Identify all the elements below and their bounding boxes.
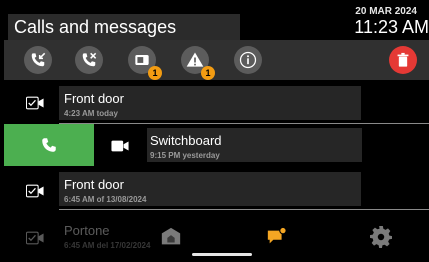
video-message-icon [135, 55, 149, 65]
alert-filter-button[interactable]: 1 [181, 46, 215, 80]
call-row-switchboard[interactable]: Switchboard 9:15 PM yesterday [4, 124, 429, 166]
page-title: Calls and messages [14, 17, 177, 37]
alert-icon [186, 52, 204, 67]
caller-name: Front door [64, 177, 124, 192]
missed-call-filter-button[interactable] [75, 46, 103, 74]
time-display: 11:23 AM [354, 17, 429, 37]
call-row-front-door[interactable]: Front door 4:23 AM today [4, 82, 429, 124]
alert-badge: 1 [201, 66, 215, 80]
trash-icon [397, 52, 409, 67]
settings-icon[interactable] [370, 226, 392, 248]
video-camera-icon [111, 140, 129, 152]
call-time: 9:15 PM yesterday [150, 151, 220, 160]
video-call-icon [26, 184, 44, 198]
call-time: 4:23 AM today [64, 109, 118, 118]
calls-screen: Calls and messages 20 MAR 2024 11:23 AM … [4, 0, 429, 262]
call-row-front-door[interactable]: Front door 6:45 AM of 13/08/2024 [4, 168, 429, 210]
caller-name: Front door [64, 91, 124, 106]
video-call-icon [26, 96, 44, 110]
video-message-filter-button[interactable]: 1 [128, 46, 162, 80]
info-button[interactable] [234, 46, 262, 74]
row-divider [59, 209, 429, 210]
incoming-call-icon [31, 52, 46, 67]
missed-call-icon [82, 52, 97, 67]
caller-name: Switchboard [150, 133, 222, 148]
delete-button[interactable] [389, 46, 417, 74]
info-icon [239, 51, 257, 69]
video-message-badge: 1 [148, 66, 162, 80]
messages-icon[interactable] [266, 226, 288, 248]
call-back-button[interactable] [4, 124, 94, 166]
filter-toolbar: 1 1 [4, 40, 429, 80]
header: Calls and messages 20 MAR 2024 11:23 AM [4, 0, 429, 40]
incoming-call-filter-button[interactable] [24, 46, 52, 74]
home-indicator[interactable] [192, 253, 252, 256]
home-icon[interactable] [160, 226, 182, 248]
call-time: 6:45 AM of 13/08/2024 [64, 195, 147, 204]
phone-icon [42, 138, 56, 152]
